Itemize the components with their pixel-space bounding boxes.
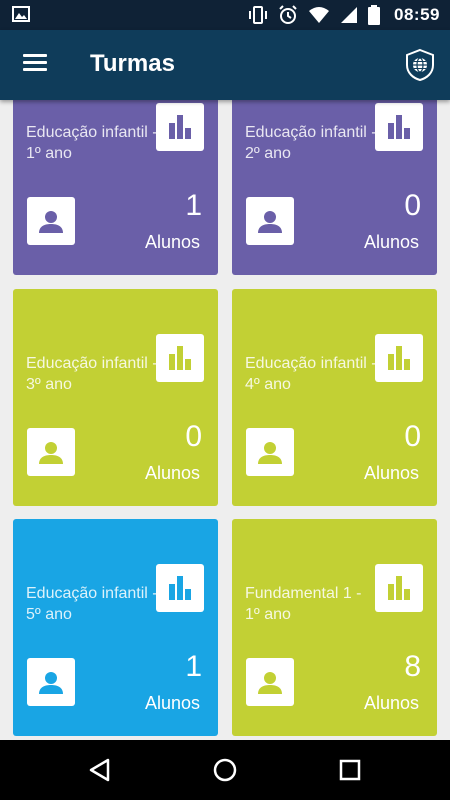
app-bar: Turmas <box>0 30 450 100</box>
bar-chart-icon[interactable] <box>375 334 423 382</box>
recents-square-icon[interactable] <box>336 756 364 784</box>
student-count: 8 <box>404 650 421 683</box>
hamburger-menu-icon[interactable] <box>20 51 50 79</box>
person-icon <box>246 428 294 476</box>
bar-chart-icon[interactable] <box>375 564 423 612</box>
class-title: Educação infantil - 4º ano <box>245 355 377 393</box>
bar-chart-icon[interactable] <box>156 334 204 382</box>
class-title: Educação infantil - 2º ano <box>245 124 377 162</box>
class-card[interactable]: Educação infantil - 1º ano 1 Alunos <box>13 100 218 275</box>
class-card[interactable]: Fundamental 1 - 1º ano 8 Alunos <box>232 519 437 736</box>
student-count: 0 <box>185 420 202 453</box>
class-title: Educação infantil - 1º ano <box>26 124 158 162</box>
student-count-label: Alunos <box>363 463 419 483</box>
back-triangle-icon[interactable] <box>86 756 114 784</box>
status-bar: 08:59 <box>0 0 450 30</box>
student-count: 1 <box>185 650 202 683</box>
student-count-label: Alunos <box>144 463 200 483</box>
student-count-label: Alunos <box>363 232 419 252</box>
student-count-label: Alunos <box>363 693 419 713</box>
wifi-icon <box>309 7 330 23</box>
image-icon <box>12 6 30 22</box>
bar-chart-icon[interactable] <box>156 564 204 612</box>
class-title: Educação infantil - 5º ano <box>26 585 158 623</box>
battery-icon <box>368 5 381 25</box>
person-icon <box>246 197 294 245</box>
bar-chart-icon[interactable] <box>375 103 423 151</box>
page-title: Turmas <box>90 50 175 77</box>
student-count: 1 <box>185 189 202 222</box>
bar-chart-icon[interactable] <box>156 103 204 151</box>
person-icon <box>246 658 294 706</box>
person-icon <box>27 428 75 476</box>
signal-icon <box>341 7 358 23</box>
home-circle-icon[interactable] <box>211 756 239 784</box>
shield-globe-icon[interactable] <box>404 48 436 82</box>
alarm-icon <box>279 5 297 24</box>
classes-grid: Educação infantil - 1º ano 1 Alunos Educ… <box>0 100 450 750</box>
class-card[interactable]: Educação infantil - 5º ano 1 Alunos <box>13 519 218 736</box>
class-title: Educação infantil - 3º ano <box>26 355 158 393</box>
status-time: 08:59 <box>394 5 440 24</box>
person-icon <box>27 197 75 245</box>
vibrate-icon <box>249 6 268 24</box>
system-nav-bar <box>0 740 450 800</box>
person-icon <box>27 658 75 706</box>
class-title: Fundamental 1 - 1º ano <box>245 585 362 623</box>
class-card[interactable]: Educação infantil - 3º ano 0 Alunos <box>13 289 218 506</box>
student-count-label: Alunos <box>144 693 200 713</box>
class-card[interactable]: Educação infantil - 4º ano 0 Alunos <box>232 289 437 506</box>
student-count: 0 <box>404 189 421 222</box>
student-count-label: Alunos <box>144 232 200 252</box>
student-count: 0 <box>404 420 421 453</box>
class-card[interactable]: Educação infantil - 2º ano 0 Alunos <box>232 100 437 275</box>
